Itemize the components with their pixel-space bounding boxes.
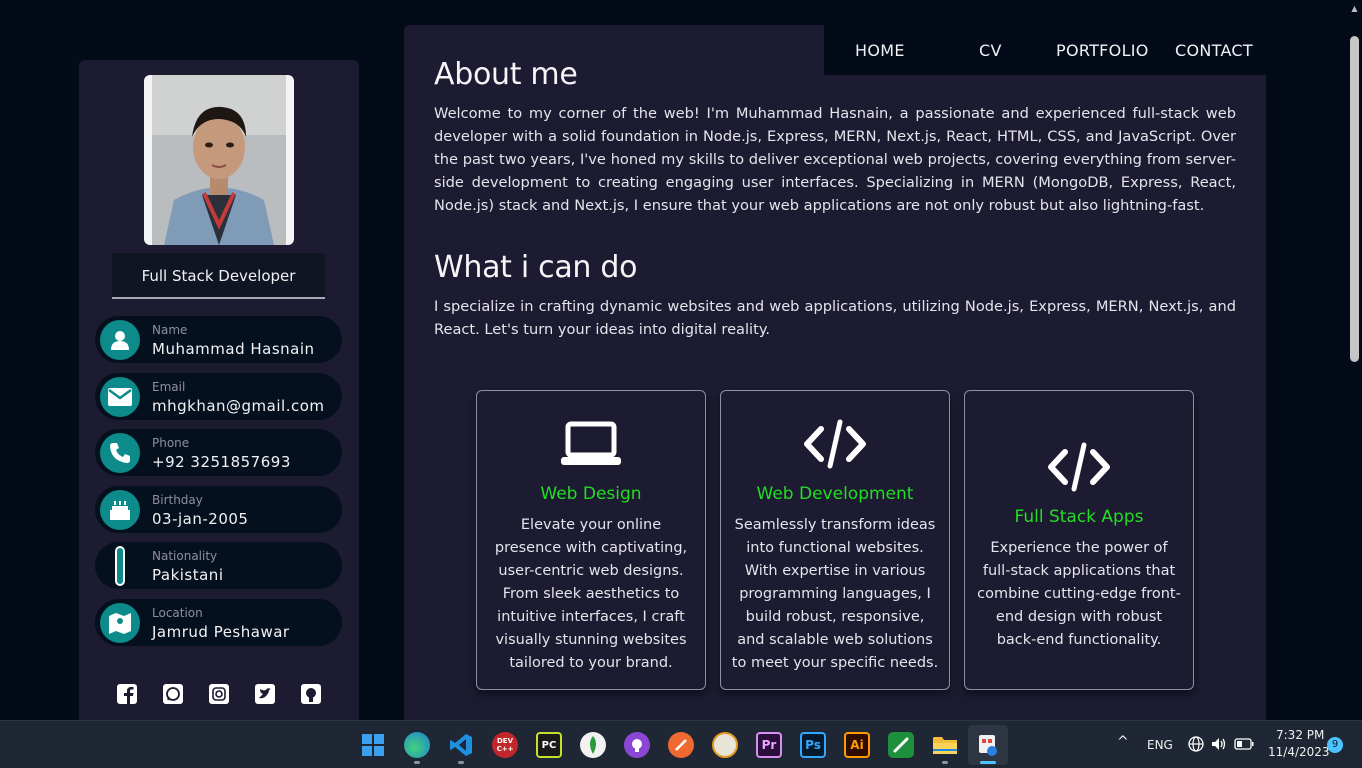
illustrator-icon[interactable]: Ai: [844, 732, 870, 758]
scroll-up-arrow-icon[interactable]: ▲: [1350, 2, 1359, 16]
info-item-nationality: Nationality Pakistani: [95, 542, 342, 589]
info-value: Muhammad Hasnain: [152, 340, 315, 358]
page-scrollbar[interactable]: ▲: [1348, 0, 1362, 720]
pen-app-icon[interactable]: [888, 732, 914, 758]
running-indicator: [942, 761, 948, 764]
phone-icon: [100, 433, 140, 473]
volume-icon[interactable]: [1209, 734, 1229, 754]
nav-cv[interactable]: CV: [979, 41, 1002, 60]
about-text: Welcome to my corner of the web! I'm Muh…: [434, 105, 1236, 214]
notification-badge[interactable]: 9: [1327, 737, 1343, 753]
laptop-icon: [477, 419, 705, 469]
photoshop-icon[interactable]: Ps: [800, 732, 826, 758]
snipping-tool-icon[interactable]: [975, 732, 1001, 758]
clock-date[interactable]: 11/4/2023: [1268, 745, 1330, 759]
nav-contact[interactable]: CONTACT: [1175, 41, 1253, 60]
card-text: Experience the power of full-stack appli…: [977, 540, 1181, 648]
network-icon[interactable]: [1186, 734, 1206, 754]
card-full-stack-apps: Full Stack Apps Experience the power of …: [964, 390, 1194, 690]
nav-home[interactable]: HOME: [855, 41, 905, 60]
info-label: Email: [152, 379, 186, 394]
scroll-thumb[interactable]: [1350, 36, 1359, 362]
contact-info-list: Name Muhammad Hasnain Email mhgkhan@gmai…: [95, 316, 342, 655]
info-label: Nationality: [152, 549, 218, 563]
card-text: Seamlessly transform ideas into function…: [731, 517, 939, 671]
github-desktop-icon[interactable]: [624, 732, 650, 758]
clock-time[interactable]: 7:32 PM: [1276, 728, 1324, 742]
battery-icon[interactable]: [1233, 734, 1255, 754]
code-icon: [965, 442, 1193, 492]
running-indicator: [414, 761, 420, 764]
info-item-email: Email mhgkhan@gmail.com: [95, 372, 342, 420]
social-links: [116, 683, 322, 705]
info-value: +92 3251857693: [152, 453, 291, 471]
mongodb-icon[interactable]: [580, 732, 606, 758]
envelope-icon: [100, 376, 140, 417]
github-icon[interactable]: [300, 683, 322, 705]
file-explorer-icon[interactable]: [932, 732, 958, 758]
whatsapp-icon[interactable]: [162, 683, 184, 705]
chevron-up-icon[interactable]: ^: [1117, 734, 1129, 750]
cake-icon: [100, 489, 140, 530]
facebook-icon[interactable]: [116, 683, 138, 705]
top-nav: HOME CV PORTFOLIO CONTACT: [824, 25, 1266, 75]
info-label: Phone: [152, 436, 190, 450]
running-indicator: [458, 761, 464, 764]
info-value: Pakistani: [152, 566, 224, 584]
card-title: Web Development: [756, 484, 914, 504]
devcpp-icon[interactable]: DEV C++: [492, 732, 518, 758]
taskbar: DEV C++ PC Pr Ps Ai ^ ENG 7:32 PM 11/4/2…: [0, 720, 1362, 768]
flag-icon: [115, 546, 125, 586]
nav-portfolio[interactable]: PORTFOLIO: [1056, 41, 1149, 60]
profile-photo: [144, 75, 294, 245]
main-content: HOME CV PORTFOLIO CONTACT About me Welco…: [404, 25, 1266, 720]
card-web-design: Web Design Elevate your online presence …: [476, 390, 706, 690]
info-item-birthday: Birthday 03-jan-2005: [95, 485, 342, 533]
info-value: Jamrud Peshawar: [152, 622, 290, 641]
card-title: Web Design: [540, 484, 642, 504]
about-title: About me: [434, 57, 578, 92]
info-item-phone: Phone +92 3251857693: [95, 429, 342, 476]
premiere-icon[interactable]: Pr: [756, 732, 782, 758]
info-value: mhgkhan@gmail.com: [152, 396, 325, 415]
info-item-location: Location Jamrud Peshawar: [95, 598, 342, 646]
role-title: Full Stack Developer: [112, 253, 325, 299]
card-web-development: Web Development Seamlessly transform ide…: [720, 390, 950, 690]
user-icon: [100, 320, 140, 360]
card-title: Full Stack Apps: [1014, 507, 1144, 527]
wamp-icon[interactable]: [712, 732, 738, 758]
pycharm-icon[interactable]: PC: [536, 732, 562, 758]
postman-icon[interactable]: [668, 732, 694, 758]
edge-icon[interactable]: [404, 732, 430, 758]
start-icon[interactable]: [360, 732, 386, 758]
skills-title: What i can do: [434, 250, 638, 285]
instagram-icon[interactable]: [208, 683, 230, 705]
profile-sidebar: Full Stack Developer Name Muhammad Hasna…: [79, 60, 359, 720]
info-value: 03-jan-2005: [152, 509, 249, 528]
language-indicator[interactable]: ENG: [1147, 738, 1173, 752]
code-icon: [721, 419, 949, 469]
map-icon: [100, 602, 140, 643]
info-label: Location: [152, 605, 203, 620]
info-label: Name: [152, 323, 188, 337]
active-indicator: [980, 761, 996, 764]
card-text: Elevate your online presence with captiv…: [494, 517, 688, 671]
vscode-icon[interactable]: [448, 732, 474, 758]
skills-text: I specialize in crafting dynamic website…: [434, 298, 1236, 338]
info-item-name: Name Muhammad Hasnain: [95, 316, 342, 363]
twitter-icon[interactable]: [254, 683, 276, 705]
info-label: Birthday: [152, 492, 203, 507]
